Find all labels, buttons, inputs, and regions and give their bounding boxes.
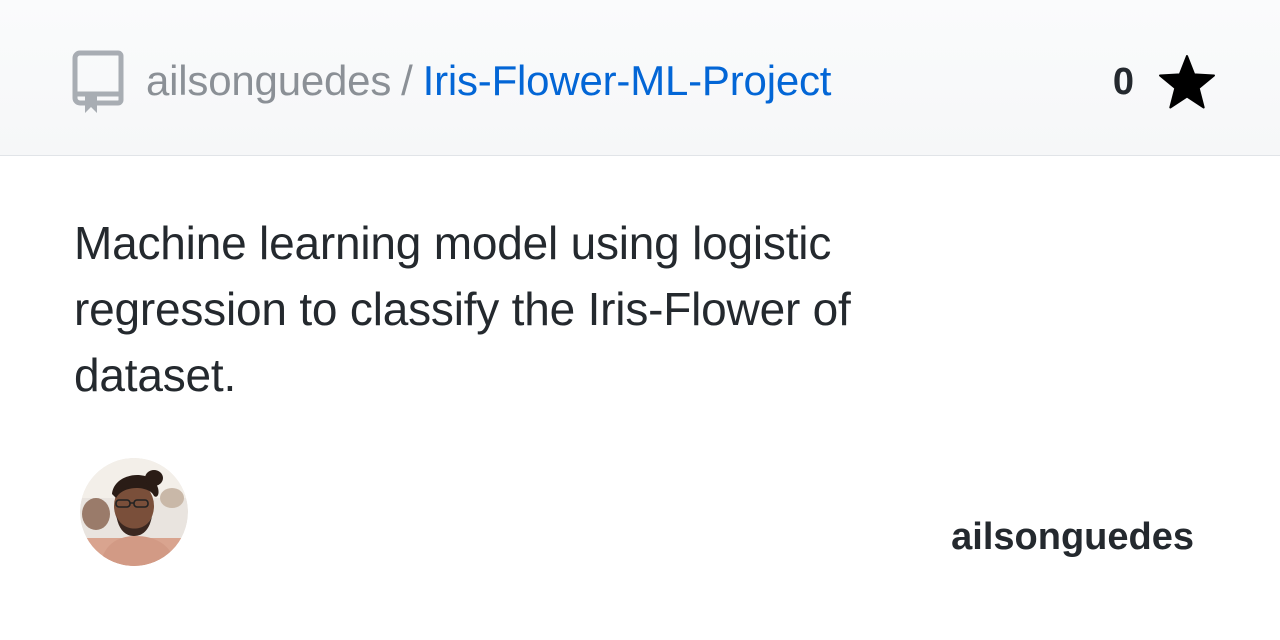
repo-path: ailsonguedes / Iris-Flower-ML-Project <box>146 56 831 106</box>
star-count: 0 <box>1112 60 1134 103</box>
username[interactable]: ailsonguedes <box>951 516 1194 559</box>
repo-header: ailsonguedes / Iris-Flower-ML-Project 0 <box>0 0 1280 156</box>
avatar[interactable] <box>80 458 188 566</box>
star-icon <box>1159 55 1215 109</box>
star-counter[interactable]: 0 <box>1113 52 1216 112</box>
path-separator: / <box>401 57 413 104</box>
repo-icon <box>72 50 124 113</box>
repo-name-link[interactable]: Iris-Flower-ML-Project <box>423 57 832 104</box>
owner-link[interactable]: ailsonguedes <box>146 57 391 104</box>
repo-description: Machine learning model using logistic re… <box>74 217 851 401</box>
